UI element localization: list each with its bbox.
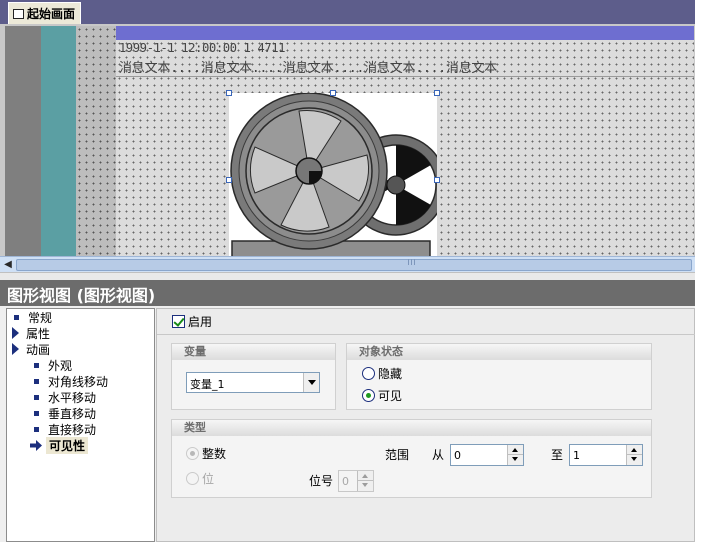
chevron-down-icon[interactable] <box>303 373 319 392</box>
object-state-group-title: 对象状态 <box>347 344 651 360</box>
enable-label: 启用 <box>188 315 213 329</box>
tree-item-diagonal-move[interactable]: 对角线移动 <box>32 373 108 389</box>
variable-combobox[interactable]: 变量_1 <box>186 372 320 393</box>
message-text-line: 消息文本....消息文本....消息文本....消息文本....消息文本 <box>119 61 498 76</box>
spin-up-icon[interactable] <box>358 471 373 481</box>
tree-item-label: 对角线移动 <box>48 374 109 389</box>
tree-item-label: 可见性 <box>46 436 89 454</box>
bit-number-label: 位号 <box>309 474 334 488</box>
spin-down-icon[interactable] <box>358 481 373 491</box>
range-from-spinner[interactable]: 0 <box>450 444 524 466</box>
scrollbar-grip-icon <box>408 259 416 265</box>
panel-title: 图形视图 (图形视图) <box>7 286 156 305</box>
from-label: 从 <box>432 448 445 462</box>
radio-visible-label: 可见 <box>378 389 403 403</box>
reel-graphic <box>230 93 437 256</box>
horizontal-scrollbar[interactable]: ◀ <box>0 256 695 272</box>
radio-integer[interactable] <box>186 447 199 460</box>
resize-handle-left[interactable] <box>226 177 232 183</box>
editor-ruler-gray <box>5 26 41 256</box>
enable-checkbox[interactable] <box>172 315 185 328</box>
tree-item-label: 常规 <box>28 310 53 325</box>
spin-up-icon[interactable] <box>627 445 642 455</box>
radio-integer-label: 整数 <box>202 447 227 461</box>
tab-start-screen[interactable]: 起始画面 <box>8 2 82 24</box>
resize-handle-top-left[interactable] <box>226 90 232 96</box>
bullet-icon <box>34 394 39 400</box>
tree-item-label: 直接移动 <box>48 422 97 437</box>
spin-up-icon[interactable] <box>508 445 523 455</box>
radio-bit-label: 位 <box>202 472 215 486</box>
range-from-value: 0 <box>454 449 461 462</box>
radio-hidden[interactable] <box>362 367 375 380</box>
resize-handle-right[interactable] <box>434 177 440 183</box>
expand-arrow-icon[interactable] <box>12 327 19 339</box>
pane-splitter[interactable] <box>0 272 695 280</box>
tree-item-general[interactable]: 常规 <box>12 309 52 325</box>
tree-item-label: 外观 <box>48 358 73 373</box>
bullet-icon <box>34 410 39 416</box>
range-to-spinner[interactable]: 1 <box>569 444 643 466</box>
tree-item-appearance[interactable]: 外观 <box>32 357 72 373</box>
canvas-header-band <box>116 26 694 40</box>
spinner-buttons <box>507 445 523 465</box>
range-to-value: 1 <box>573 449 580 462</box>
tree-item-label: 垂直移动 <box>48 406 97 421</box>
property-divider <box>157 334 695 335</box>
tree-item-label: 属性 <box>26 326 51 341</box>
graphic-view-object[interactable] <box>229 93 437 256</box>
editor-grid-strip <box>76 26 116 256</box>
bullet-icon <box>34 378 39 384</box>
tree-item-visibility[interactable]: 可见性 <box>30 436 89 454</box>
message-timestamp: 1999-1-1 12:00:00 1 4711 <box>119 41 286 55</box>
tree-item-direct-move[interactable]: 直接移动 <box>32 421 96 437</box>
tree-item-horizontal-move[interactable]: 水平移动 <box>32 389 96 405</box>
bullet-icon <box>14 314 19 320</box>
spin-down-icon[interactable] <box>627 455 642 465</box>
scrollbar-thumb[interactable] <box>16 259 692 271</box>
range-label: 范围 <box>385 448 410 462</box>
variable-value: 变量_1 <box>190 378 225 391</box>
bullet-icon <box>34 426 39 432</box>
variable-group-title: 变量 <box>172 344 335 360</box>
expand-arrow-icon[interactable] <box>12 343 19 355</box>
tree-item-label: 动画 <box>26 342 51 357</box>
spinner-buttons <box>357 471 373 491</box>
to-label: 至 <box>551 448 564 462</box>
spin-down-icon[interactable] <box>508 455 523 465</box>
screen-icon <box>13 8 24 19</box>
tree-item-animation[interactable]: 动画 <box>12 341 50 357</box>
type-group-title: 类型 <box>172 420 651 436</box>
resize-handle-top-right[interactable] <box>434 90 440 96</box>
scroll-left-icon[interactable]: ◀ <box>2 259 14 271</box>
spinner-buttons <box>626 445 642 465</box>
tree-item-properties[interactable]: 属性 <box>12 325 50 341</box>
bit-number-spinner[interactable]: 0 <box>338 470 374 492</box>
editor-ruler-teal <box>41 26 76 256</box>
tree-item-vertical-move[interactable]: 垂直移动 <box>32 405 96 421</box>
bit-number-value: 0 <box>342 475 349 488</box>
editor-tab-bar <box>0 0 695 24</box>
right-margin <box>695 0 701 542</box>
radio-bit[interactable] <box>186 472 199 485</box>
resize-handle-top[interactable] <box>330 90 336 96</box>
tab-label: 起始画面 <box>27 7 76 21</box>
canvas-divider <box>116 76 694 77</box>
radio-visible[interactable] <box>362 389 375 402</box>
tree-item-label: 水平移动 <box>48 390 97 405</box>
bullet-icon <box>34 362 39 368</box>
radio-hidden-label: 隐藏 <box>378 367 403 381</box>
property-tree: 常规 属性 动画 外观 对角线移动 水平移动 垂直移动 直接移动 可见性 <box>6 308 155 542</box>
selected-arrow-icon <box>30 439 42 451</box>
